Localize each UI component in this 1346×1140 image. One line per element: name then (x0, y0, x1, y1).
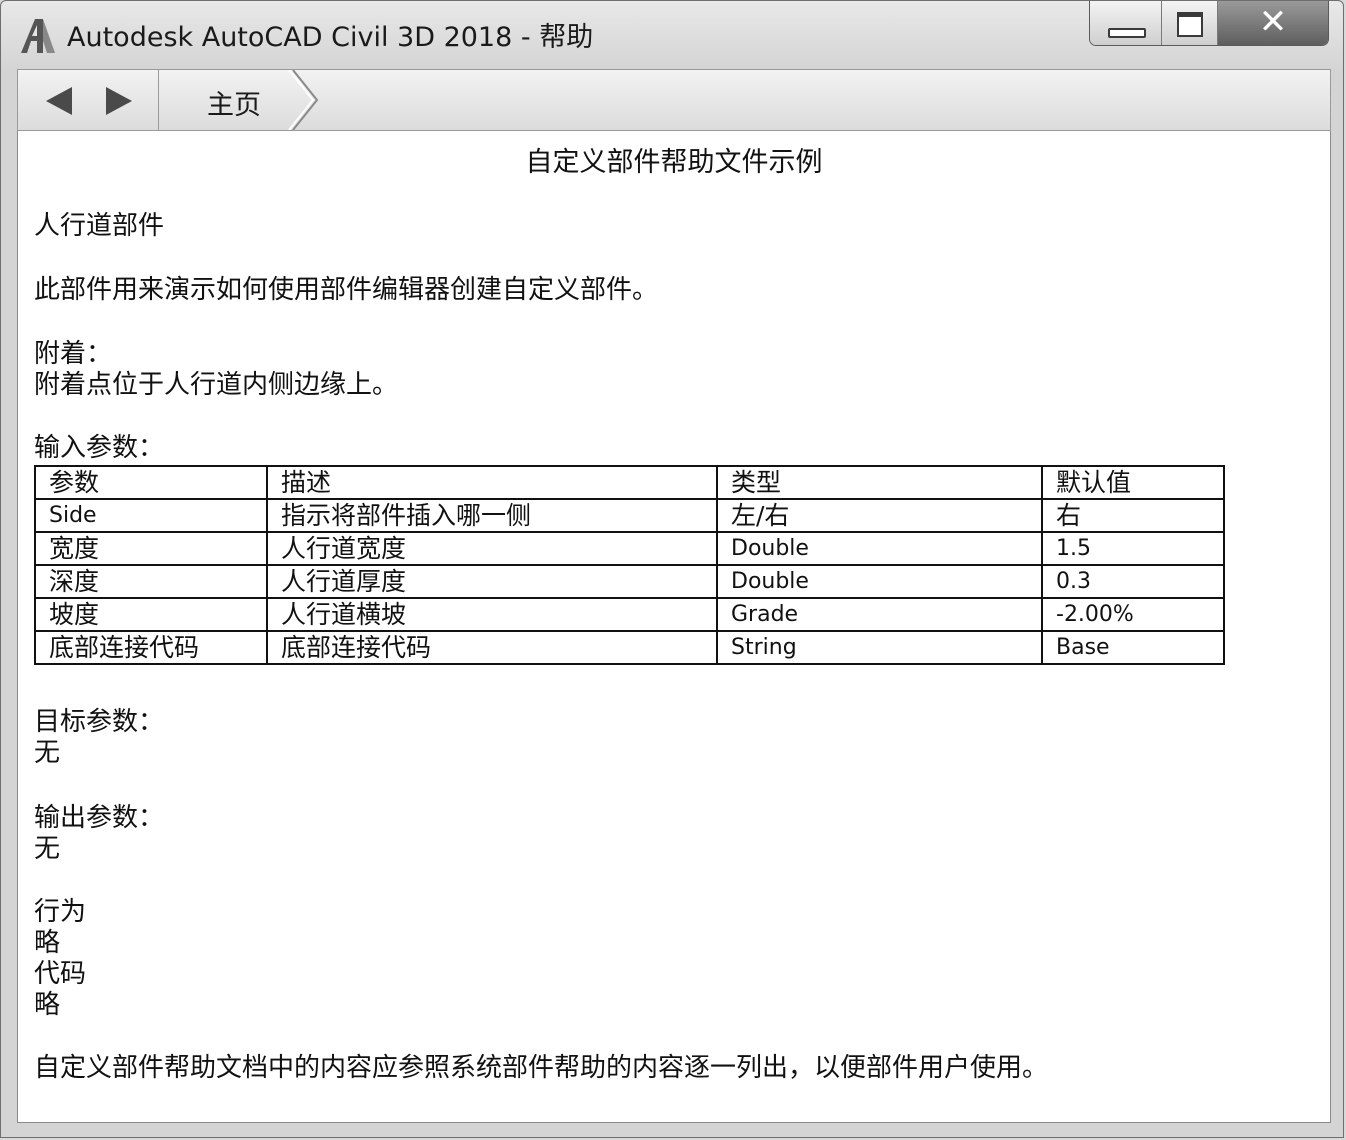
attachment-text: 附着点位于人行道内侧边缘上。 (34, 370, 399, 400)
table-row: 坡度 人行道横坡 Grade -2.00% (34, 597, 1225, 632)
target-parameters-heading: 目标参数： (34, 707, 165, 737)
table-cell: 1.5 (1041, 531, 1225, 566)
code-value: 略 (34, 990, 61, 1020)
table-row: 底部连接代码 底部连接代码 String Base (34, 630, 1225, 665)
table-row: 深度 人行道厚度 Double 0.3 (34, 564, 1225, 599)
table-cell: 宽度 (34, 531, 268, 566)
subassembly-name: 人行道部件 (34, 211, 165, 241)
table-header: 类型 (716, 465, 1043, 500)
table-row: Side 指示将部件插入哪一侧 左/右 右 (34, 498, 1225, 533)
table-cell: 左/右 (716, 498, 1043, 533)
behavior-value: 略 (34, 928, 61, 958)
table-header: 参数 (34, 465, 268, 500)
help-window: Autodesk AutoCAD Civil 3D 2018 - 帮助 ✕ 主页 (0, 0, 1344, 1138)
table-cell: Double (716, 531, 1043, 566)
breadcrumb-home[interactable]: 主页 (159, 70, 319, 130)
window-title: Autodesk AutoCAD Civil 3D 2018 - 帮助 (67, 22, 594, 53)
code-heading: 代码 (34, 959, 87, 989)
table-header-row: 参数 描述 类型 默认值 (34, 465, 1225, 500)
minimize-button[interactable] (1090, 1, 1162, 45)
help-content: 自定义部件帮助文件示例 人行道部件 此部件用来演示如何使用部件编辑器创建自定义部… (17, 131, 1331, 1123)
table-cell: 底部连接代码 (266, 630, 718, 665)
table-cell: Base (1041, 630, 1225, 665)
breadcrumb-home-label: 主页 (207, 90, 261, 121)
forward-arrow-icon[interactable] (106, 87, 132, 115)
table-cell: Side (34, 498, 268, 533)
table-cell: Double (716, 564, 1043, 599)
table-cell: 人行道宽度 (266, 531, 718, 566)
window-controls: ✕ (1089, 1, 1329, 46)
autodesk-logo-icon (21, 19, 55, 53)
output-parameters-value: 无 (34, 834, 61, 864)
title-bar[interactable]: Autodesk AutoCAD Civil 3D 2018 - 帮助 ✕ (1, 1, 1343, 67)
table-cell: -2.00% (1041, 597, 1225, 632)
input-parameters-table: 参数 描述 类型 默认值 Side 指示将部件插入哪一侧 左/右 右 宽度 人行… (34, 465, 1225, 665)
table-cell: 0.3 (1041, 564, 1225, 599)
attachment-heading: 附着： (34, 339, 113, 369)
table-cell: 右 (1041, 498, 1225, 533)
maximize-button[interactable] (1162, 1, 1218, 45)
table-cell: 人行道厚度 (266, 564, 718, 599)
history-buttons (18, 70, 159, 130)
subassembly-description: 此部件用来演示如何使用部件编辑器创建自定义部件。 (34, 275, 659, 305)
minimize-icon (1108, 28, 1146, 38)
input-parameters-heading: 输入参数： (34, 433, 165, 463)
table-row: 宽度 人行道宽度 Double 1.5 (34, 531, 1225, 566)
output-parameters-heading: 输出参数： (34, 803, 165, 833)
table-cell: 指示将部件插入哪一侧 (266, 498, 718, 533)
table-cell: 底部连接代码 (34, 630, 268, 665)
table-cell: Grade (716, 597, 1043, 632)
table-header: 描述 (266, 465, 718, 500)
footer-note: 自定义部件帮助文档中的内容应参照系统部件帮助的内容逐一列出，以便部件用户使用。 (34, 1053, 1049, 1083)
close-icon: ✕ (1258, 2, 1288, 42)
table-header: 默认值 (1041, 465, 1225, 500)
table-cell: 坡度 (34, 597, 268, 632)
behavior-heading: 行为 (34, 897, 87, 927)
close-button[interactable]: ✕ (1218, 1, 1328, 45)
document-title: 自定义部件帮助文件示例 (525, 147, 823, 178)
back-arrow-icon[interactable] (46, 87, 72, 115)
table-cell: 人行道横坡 (266, 597, 718, 632)
breadcrumb-chevron-icon (288, 70, 319, 130)
table-cell: 深度 (34, 564, 268, 599)
target-parameters-value: 无 (34, 738, 61, 768)
table-cell: String (716, 630, 1043, 665)
maximize-icon (1177, 12, 1203, 37)
navigation-bar: 主页 (17, 69, 1331, 131)
